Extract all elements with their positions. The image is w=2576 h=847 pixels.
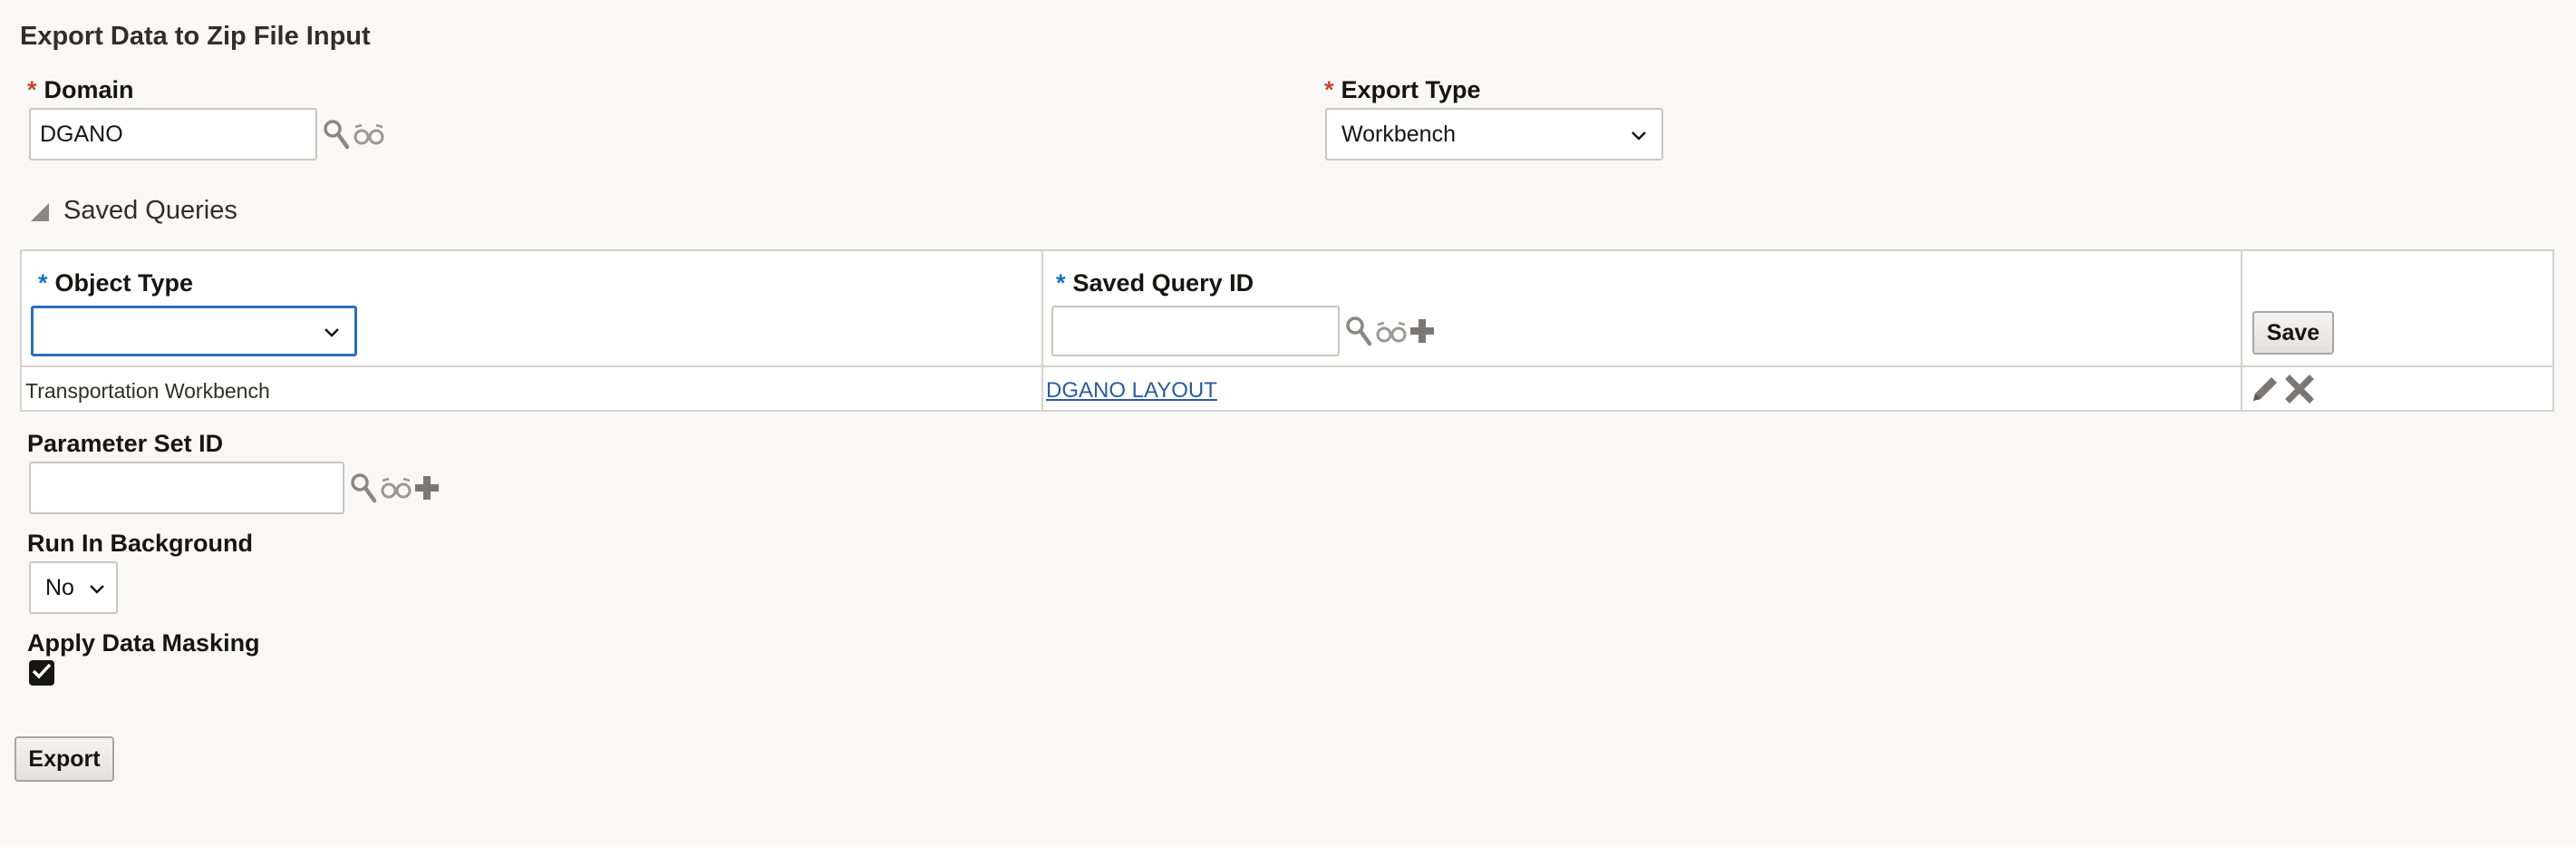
domain-label: * Domain [27,76,134,104]
column-header-object-type-text: Object Type [54,269,194,297]
table-cell-object-type: Transportation Workbench [25,379,270,403]
page-title: Export Data to Zip File Input [20,22,371,51]
chevron-down-icon [89,575,105,601]
export-button[interactable]: Export [15,736,114,782]
parameter-set-input[interactable] [29,462,344,514]
saved-queries-table: * Object Type * Saved Query ID Save Transp… [20,249,2554,412]
run-in-background-label: Run In Background [27,530,253,557]
object-type-select[interactable] [31,306,357,356]
section-title-saved-queries: Saved Queries [63,196,237,225]
column-header-saved-query-id-text: Saved Query ID [1072,269,1254,297]
collapse-triangle-icon[interactable] [29,201,51,228]
add-icon[interactable] [413,474,441,506]
run-in-background-select[interactable]: No [29,561,118,614]
view-details-icon[interactable] [353,122,385,151]
saved-query-id-input[interactable] [1051,306,1340,356]
view-details-icon[interactable] [1375,320,1408,348]
domain-label-text: Domain [44,76,134,103]
required-indicator: * [27,76,37,103]
column-divider [1041,251,1043,410]
apply-data-masking-label: Apply Data Masking [27,629,260,657]
parameter-set-label: Parameter Set ID [27,430,224,457]
chevron-down-icon [324,318,340,345]
search-icon[interactable] [1345,316,1372,351]
required-indicator: * [1056,269,1066,297]
search-icon[interactable] [323,119,350,154]
chevron-down-icon [1631,122,1647,148]
export-type-selected: Workbench [1341,121,1456,147]
column-header-object-type: * Object Type [38,269,193,297]
export-type-label-text: Export Type [1341,76,1481,103]
export-type-label: * Export Type [1324,76,1481,104]
checkmark-icon [32,662,52,685]
view-details-icon[interactable] [380,476,412,504]
column-header-saved-query-id: * Saved Query ID [1056,269,1254,297]
domain-input-value: DGANO [40,121,123,147]
add-icon[interactable] [1409,317,1436,349]
delete-x-icon[interactable] [2285,375,2314,408]
saved-query-link[interactable]: DGANO LAYOUT [1046,378,1217,404]
search-icon[interactable] [350,472,377,508]
export-type-select[interactable]: Workbench [1325,108,1663,161]
run-in-background-selected: No [45,574,74,600]
save-button[interactable]: Save [2252,311,2334,355]
edit-pencil-icon[interactable] [2250,374,2281,409]
apply-data-masking-checkbox[interactable] [29,660,54,686]
required-indicator: * [38,269,48,297]
required-indicator: * [1324,76,1334,103]
domain-input[interactable]: DGANO [29,108,317,161]
column-divider [2241,251,2242,410]
row-divider [22,365,2552,367]
